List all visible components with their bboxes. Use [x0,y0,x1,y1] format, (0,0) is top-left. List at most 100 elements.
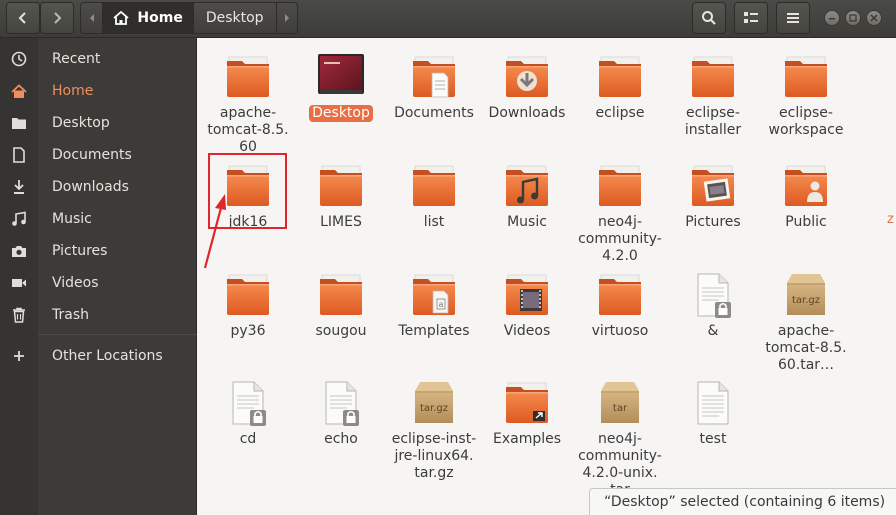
file-item-label: test [699,431,727,447]
file-item-label: py36 [230,323,266,339]
sidebar-item-label: Downloads [52,179,129,195]
folder-icon [317,162,365,210]
sidebar-item-music[interactable]: Music [0,204,197,234]
sidebar-item-desktop[interactable]: Desktop [0,108,197,138]
sidebar-item-label: Music [52,211,92,227]
clock-icon [0,51,38,67]
folder-icon [224,271,272,319]
file-item-limes[interactable]: LIMES [295,162,387,231]
sidebar-item-downloads[interactable]: Downloads [0,172,197,202]
desktop-folder-icon [317,53,365,101]
search-icon [702,11,716,25]
file-item-py36[interactable]: py36 [202,271,294,340]
file-item-item[interactable]: & [667,271,759,340]
plus-icon [0,349,38,363]
maximize-button[interactable] [845,10,861,26]
path-segment-home[interactable]: Home [102,3,193,33]
file-item-apache-tomcat-8-5-60[interactable]: apache-tomcat-8.5.60 [202,53,294,156]
file-item-eclipse-installer[interactable]: eclipse-installer [667,53,759,139]
file-item-list[interactable]: list [388,162,480,231]
file-item-eclipse-workspace[interactable]: eclipse-workspace [760,53,852,139]
folder-link-icon [503,379,551,427]
locked-file-icon [689,271,737,319]
file-item-label: Videos [503,323,551,339]
file-item-public[interactable]: Public [760,162,852,231]
svg-text:a: a [439,300,444,309]
chevron-right-icon [54,12,62,24]
sidebar-item-label: Documents [52,147,132,163]
file-item-virtuoso[interactable]: virtuoso [574,271,666,340]
file-item-label: Downloads [488,105,566,121]
file-item-pictures[interactable]: Pictures [667,162,759,231]
file-item-downloads[interactable]: Downloads [481,53,573,122]
file-item-test[interactable]: test [667,379,759,448]
file-item-label: virtuoso [591,323,649,339]
sidebar-item-label: Videos [52,275,99,291]
menu-button[interactable] [776,2,810,34]
minimize-button[interactable] [824,10,840,26]
archive-icon: tar [596,379,644,427]
folder-documents-icon [410,53,458,101]
file-item-documents[interactable]: Documents [388,53,480,122]
file-item-label: list [423,214,445,230]
sidebar-item-label: Recent [52,51,101,67]
sidebar-item-home[interactable]: Home [0,76,197,106]
home-icon [0,83,38,99]
folder-icon [224,53,272,101]
folder-icon [0,116,38,130]
trash-icon [0,307,38,323]
file-item-apache-tomcat-8-5-60-tar[interactable]: tar.gz apache-tomcat-8.5.60.tar… [760,271,852,374]
locked-file-icon [317,379,365,427]
sidebar-item-label: Home [52,83,94,99]
file-item-label: Desktop [309,105,373,122]
sidebar-item-label: Desktop [52,115,110,131]
folder-icon [596,162,644,210]
folder-downloads-icon [503,53,551,101]
back-button[interactable] [6,2,40,34]
sidebar-item-label: Pictures [52,243,108,259]
sidebar-item-recent[interactable]: Recent [0,44,197,74]
sidebar-item-trash[interactable]: Trash [0,300,197,330]
camera-icon [0,244,38,258]
folder-icon [689,53,737,101]
file-item-echo[interactable]: echo [295,379,387,448]
file-item-videos[interactable]: Videos [481,271,573,340]
file-item-label: LIMES [320,214,362,230]
sidebar-item-label: Trash [52,307,89,323]
sidebar-item-pictures[interactable]: Pictures [0,236,197,266]
file-item-label: Public [785,214,827,230]
video-icon [0,277,38,289]
file-item-music[interactable]: Music [481,162,573,231]
music-icon [0,211,38,227]
file-item-neo4j-community-4-2-0-unix-tar[interactable]: tar neo4j-community-4.2.0-unix.tar [574,379,666,499]
locked-file-icon [224,379,272,427]
sidebar-item-other-locations[interactable]: Other Locations [0,341,197,371]
folder-videos-icon [503,271,551,319]
status-bar: “Desktop” selected (containing 6 items) [589,488,896,515]
file-item-cd[interactable]: cd [202,379,294,448]
sidebar-item-videos[interactable]: Videos [0,268,197,298]
path-scroll-left-button[interactable] [81,3,102,33]
path-segment-desktop[interactable]: Desktop [192,3,276,33]
file-item-neo4j-community-4-2-0[interactable]: neo4j-community-4.2.0 [574,162,666,265]
download-icon [0,179,38,195]
file-item-desktop[interactable]: Desktop [295,53,387,122]
file-item-label: Documents [394,105,474,121]
status-text: “Desktop” selected (containing 6 items) [604,494,886,510]
file-item-eclipse-inst-jre-linux64-tar-gz[interactable]: tar.gz eclipse-inst-jre-linux64.tar.gz [388,379,480,482]
file-item-templates[interactable]: a Templates [388,271,480,340]
sidebar: Recent Home Desktop Documents Downloads … [0,38,197,515]
file-item-sougou[interactable]: sougou [295,271,387,340]
close-button[interactable] [866,10,882,26]
forward-button[interactable] [40,2,74,34]
file-item-label: neo4j-community-4.2.0 [578,214,662,264]
file-item-examples[interactable]: Examples [481,379,573,448]
file-item-label: Pictures [685,214,741,230]
path-scroll-right-button[interactable] [275,3,297,33]
svg-text:tar: tar [613,403,628,414]
search-button[interactable] [692,2,726,34]
sidebar-item-documents[interactable]: Documents [0,140,197,170]
sidebar-item-label: Other Locations [52,348,163,364]
view-options-button[interactable] [734,2,768,34]
file-item-eclipse[interactable]: eclipse [574,53,666,122]
